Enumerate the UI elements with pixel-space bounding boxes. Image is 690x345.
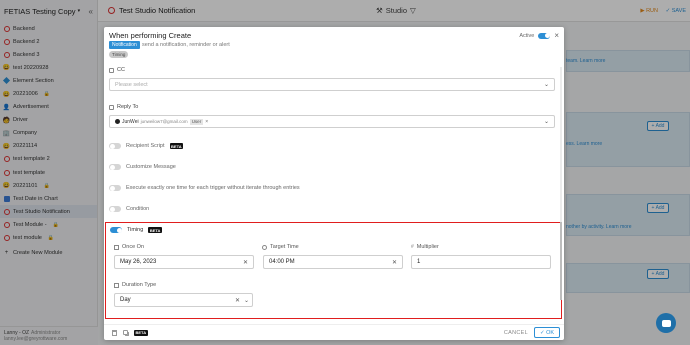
clear-icon[interactable]: ✕: [243, 259, 248, 266]
copy-icon[interactable]: [123, 330, 128, 335]
multiplier-value: 1: [417, 259, 421, 265]
modal-body: CC Please select ⌄ Reply To JunWei junwe…: [104, 63, 564, 324]
beta-badge: BETA: [134, 329, 148, 336]
modal-scrollbar-thumb[interactable]: [560, 222, 562, 300]
modal-title: When performing Create: [109, 31, 192, 40]
active-label: Active: [519, 32, 535, 39]
multiplier-label: # Multiplier: [411, 244, 439, 250]
timing-tag: Timing: [109, 51, 129, 58]
active-toggle[interactable]: [538, 32, 551, 39]
beta-badge: BETA: [169, 143, 184, 149]
modal-footer: BETA CANCEL ✓ OK: [104, 324, 564, 340]
remove-chip-icon[interactable]: ×: [205, 119, 208, 125]
execute-once-label: Execute exactly one time for each trigge…: [126, 185, 300, 191]
timing-section: Timing BETA Once On May 26, 2023 ✕ Targe…: [105, 222, 562, 319]
once-on-label-text: Once On: [122, 244, 145, 250]
recipient-script-label: Recipient Script: [126, 143, 165, 149]
condition-label: Condition: [126, 206, 150, 212]
clear-icon[interactable]: ✕: [235, 297, 240, 304]
cc-label-text: CC: [117, 67, 125, 73]
duration-type-label: Duration Type: [114, 282, 156, 288]
recipient-script-toggle[interactable]: [109, 143, 121, 149]
execute-once-option: Execute exactly one time for each trigge…: [109, 185, 300, 191]
chevron-down-icon[interactable]: ⌄: [544, 81, 549, 88]
reply-to-label: Reply To: [109, 104, 138, 110]
duration-type-value: Day: [120, 297, 131, 303]
execute-once-toggle[interactable]: [109, 185, 121, 191]
ok-button[interactable]: ✓ OK: [534, 327, 560, 338]
modal-description: send a notification, reminder or alert: [142, 41, 230, 48]
customize-message-label: Customize Message: [126, 164, 176, 170]
delete-icon[interactable]: [112, 329, 117, 336]
multiplier-input[interactable]: 1: [411, 255, 551, 269]
beta-badge: BETA: [148, 227, 162, 233]
timing-option: Timing BETA: [110, 227, 162, 233]
once-on-input[interactable]: May 26, 2023 ✕: [114, 255, 254, 269]
avatar: [115, 119, 120, 124]
reply-chip[interactable]: JunWei junweilow7@gmail.com User ×: [115, 118, 208, 125]
chat-icon[interactable]: [656, 313, 676, 333]
duration-type-label-text: Duration Type: [122, 282, 157, 288]
target-time-value: 04:00 PM: [269, 259, 295, 265]
reply-field-icon: [109, 104, 114, 110]
condition-option: Condition: [109, 206, 149, 212]
reply-email: junweilow7@gmail.com: [140, 119, 188, 124]
cc-placeholder: Please select: [115, 81, 148, 88]
target-time-label: Target Time: [262, 244, 299, 250]
notification-badge: Notification: [109, 41, 140, 49]
reply-label-text: Reply To: [117, 104, 139, 110]
active-control: Active ×: [519, 31, 559, 40]
duration-type-select[interactable]: Day ✕ ⌄: [114, 293, 253, 307]
calendar-icon: [114, 244, 119, 250]
list-icon: [114, 282, 119, 288]
cc-label: CC: [109, 67, 125, 73]
condition-toggle[interactable]: [109, 206, 121, 212]
once-on-value: May 26, 2023: [120, 259, 157, 265]
multiplier-label-text: Multiplier: [416, 244, 439, 250]
timing-toggle[interactable]: [110, 227, 122, 233]
reply-to-select[interactable]: JunWei junweilow7@gmail.com User × ⌄: [109, 115, 555, 128]
chevron-down-icon[interactable]: ⌄: [544, 118, 549, 125]
recipient-script-option: Recipient Script BETA: [109, 143, 184, 149]
once-on-label: Once On: [114, 244, 144, 250]
cancel-button[interactable]: CANCEL: [504, 330, 528, 336]
clear-icon[interactable]: ✕: [392, 259, 397, 266]
cc-field-icon: [109, 67, 114, 73]
reply-user-tag: User: [189, 118, 204, 125]
target-time-label-text: Target Time: [270, 244, 299, 250]
close-icon[interactable]: ×: [554, 31, 559, 40]
chevron-down-icon[interactable]: ⌄: [244, 297, 249, 304]
timing-label: Timing: [127, 227, 144, 233]
cc-select[interactable]: Please select ⌄: [109, 78, 555, 91]
target-time-input[interactable]: 04:00 PM ✕: [263, 255, 403, 269]
clock-icon: [262, 244, 267, 250]
customize-message-toggle[interactable]: [109, 164, 121, 170]
customize-message-option: Customize Message: [109, 164, 176, 170]
footer-icons: BETA: [112, 329, 148, 336]
hash-icon: #: [411, 244, 414, 250]
chat-bubble-glyph: [661, 319, 671, 327]
notification-modal: When performing Create Notification send…: [104, 27, 564, 340]
reply-name: JunWei: [122, 118, 139, 125]
